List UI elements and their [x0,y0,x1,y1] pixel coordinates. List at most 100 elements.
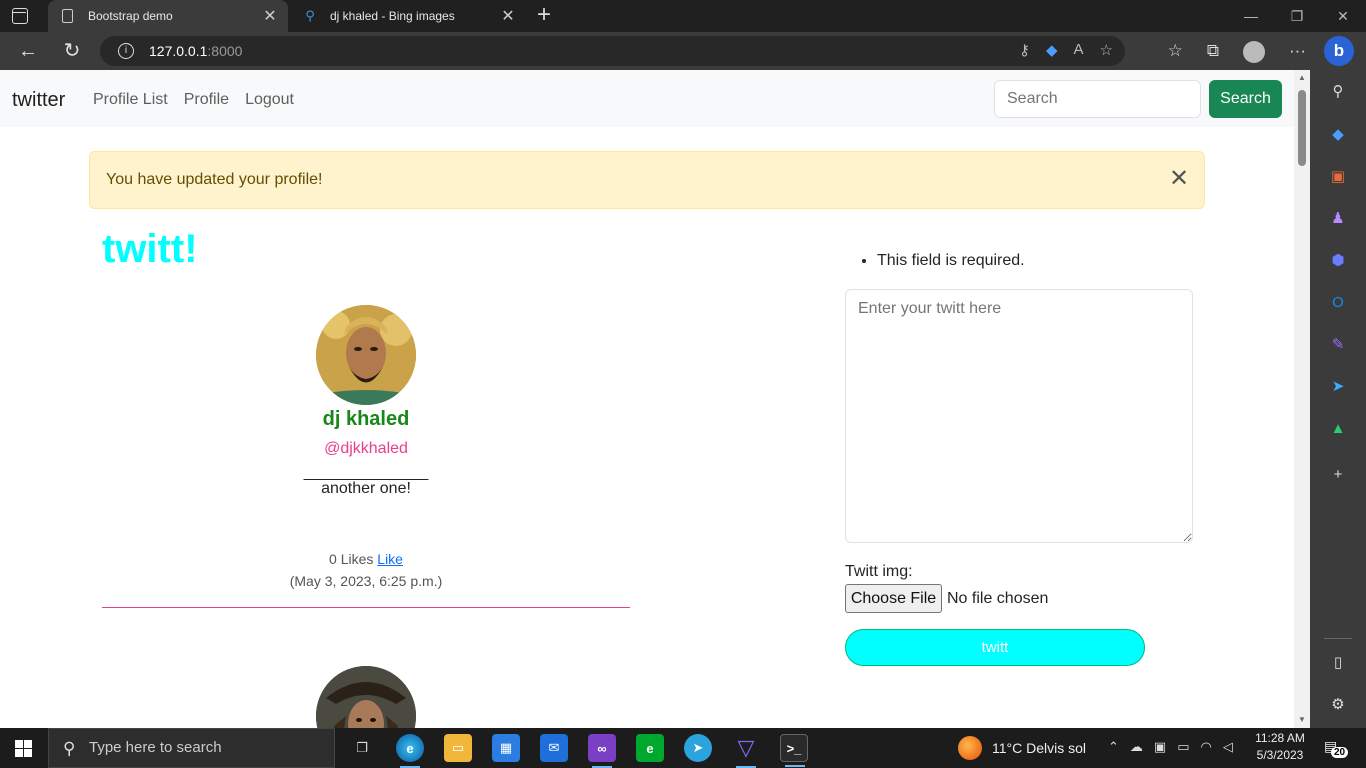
avatar-image [316,305,416,405]
page-scrollbar[interactable]: ▲ ▼ [1294,70,1310,728]
minimize-icon[interactable]: — [1228,0,1274,32]
cloud-icon[interactable]: ☁ [1130,739,1143,755]
wifi-icon[interactable]: ◠ [1201,739,1212,755]
tab-bing-images[interactable]: ⚲ dj khaled - Bing images ✕ [290,0,526,32]
notification-count: 20 [1331,747,1349,758]
evernote-icon[interactable]: e [636,734,664,762]
nav-link-logout[interactable]: Logout [245,91,294,109]
twitt-textarea[interactable] [845,289,1193,543]
browser-tab-bar: Bootstrap demo ✕ ⚲ dj khaled - Bing imag… [0,0,1366,32]
avatar[interactable] [316,666,416,728]
address-bar-icons: ⚷ ◆ A ☆ [1019,41,1113,59]
volume-icon[interactable]: ◁ [1223,739,1233,755]
mail-icon[interactable]: ✉ [540,734,568,762]
info-icon[interactable]: i [118,43,134,59]
post-author-handle[interactable]: @djkkhaled [102,440,630,458]
favorites-icon[interactable]: ☆ [1168,41,1183,63]
window-controls: — ❐ ✕ [1228,0,1366,32]
weather-icon [958,736,982,760]
close-window-icon[interactable]: ✕ [1320,0,1366,32]
search-input[interactable] [994,80,1201,118]
taskbar-search[interactable]: ⚲ Type here to search [48,728,335,768]
add-icon[interactable]: + [1329,466,1347,484]
scrollbar-thumb[interactable] [1298,90,1306,166]
nav-link-profile[interactable]: Profile [184,91,229,109]
windows-start-icon[interactable] [15,740,32,757]
vpn-icon[interactable]: ▽ [732,734,760,768]
clock-time: 11:28 AM [1255,731,1305,745]
new-tab-button[interactable]: + [534,3,554,27]
split-screen-icon[interactable]: ▯ [1329,654,1347,672]
system-tray: ⌃ ☁ ▣ ▭ ◠ ◁ [1108,739,1233,755]
restore-icon[interactable]: ❐ [1274,0,1320,32]
chevron-up-icon[interactable]: ⌃ [1108,739,1119,755]
tab-actions-icon[interactable] [12,8,28,24]
more-icon[interactable]: ··· [1289,41,1306,63]
file-explorer-icon[interactable]: ▭ [444,734,472,762]
search-icon: ⚲ [305,8,315,23]
tab-bootstrap-demo[interactable]: Bootstrap demo ✕ [48,0,288,32]
shopping-icon[interactable]: ◆ [1329,126,1347,144]
file-input: Choose File No file chosen [845,584,1048,613]
taskbar-search-placeholder: Type here to search [89,739,222,756]
device-icon[interactable]: ▣ [1154,739,1166,755]
twitt-submit-button[interactable]: twitt [845,629,1145,666]
weather-widget[interactable]: 11°C Delvis sol [958,728,1086,768]
nav-link-profile-list[interactable]: Profile List [93,91,168,109]
address-bar[interactable]: i 127.0.0.1:8000 ⚷ ◆ A ☆ [100,36,1125,66]
post-body: another one! [321,480,411,497]
site-navbar: twitter Profile List Profile Logout Sear… [0,70,1294,127]
close-tab-icon[interactable]: ✕ [258,6,282,26]
navbar-brand[interactable]: twitter [12,89,65,112]
page-icon [62,9,73,23]
post-card [102,666,630,728]
bing-chat-icon[interactable]: b [1324,36,1354,66]
terminal-icon[interactable]: >_ [780,734,808,767]
tree-icon[interactable]: ▲ [1329,420,1347,438]
scroll-down-icon[interactable]: ▼ [1297,715,1307,725]
taskbar-clock[interactable]: 11:28 AM 5/3/2023 [1252,730,1308,764]
edge-icon[interactable]: e [396,734,424,768]
office-icon[interactable]: ⬢ [1329,252,1347,270]
close-icon[interactable]: ✕ [1168,167,1190,191]
like-link[interactable]: Like [377,551,403,567]
store-icon[interactable]: ▦ [492,734,520,762]
page-title: twitt! [102,227,198,271]
telegram-icon[interactable]: ➤ [684,734,712,762]
gear-icon[interactable]: ⚙ [1329,696,1347,714]
designer-icon[interactable]: ✎ [1329,336,1347,354]
weather-text: 11°C Delvis sol [992,740,1087,756]
task-view-icon[interactable]: ❐ [348,734,376,762]
search-icon[interactable]: ⚲ [1329,83,1347,101]
coupon-icon[interactable]: ◆ [1046,41,1058,59]
send-icon[interactable]: ➤ [1329,378,1347,396]
close-tab-icon[interactable]: ✕ [496,6,520,26]
search-icon: ⚲ [63,739,76,758]
avatar[interactable] [316,305,416,405]
visual-studio-icon[interactable]: ∞ [588,734,616,768]
search-button[interactable]: Search [1209,80,1282,118]
add-favorite-icon[interactable]: ☆ [1100,41,1113,59]
refresh-icon[interactable]: ↻ [58,38,86,64]
outlook-icon[interactable]: O [1329,294,1347,312]
choose-file-button[interactable]: Choose File [845,584,942,613]
collections-icon[interactable]: ⧉ [1207,41,1219,63]
post-divider [102,607,630,608]
key-icon[interactable]: ⚷ [1019,41,1030,59]
clock-date: 5/3/2023 [1256,748,1304,762]
tools-icon[interactable]: ▣ [1329,168,1347,186]
page-viewport: twitter Profile List Profile Logout Sear… [0,70,1310,728]
tab-title: Bootstrap demo [88,9,173,23]
read-aloud-icon[interactable]: A [1074,41,1084,59]
back-icon[interactable]: ← [14,38,42,64]
scroll-up-icon[interactable]: ▲ [1297,73,1307,83]
post-author-name[interactable]: dj khaled [102,408,630,431]
profile-avatar[interactable] [1243,41,1266,63]
image-field-label: Twitt img: [845,563,913,580]
battery-icon[interactable]: ▭ [1177,739,1189,755]
avatar-image [316,666,416,728]
post-date: (May 3, 2023, 6:25 p.m.) [289,573,443,589]
url-text: 127.0.0.1:8000 [149,43,243,59]
post-card: dj khaled @djkkhaled ______________ anot… [102,305,630,608]
games-icon[interactable]: ♟ [1329,210,1347,228]
